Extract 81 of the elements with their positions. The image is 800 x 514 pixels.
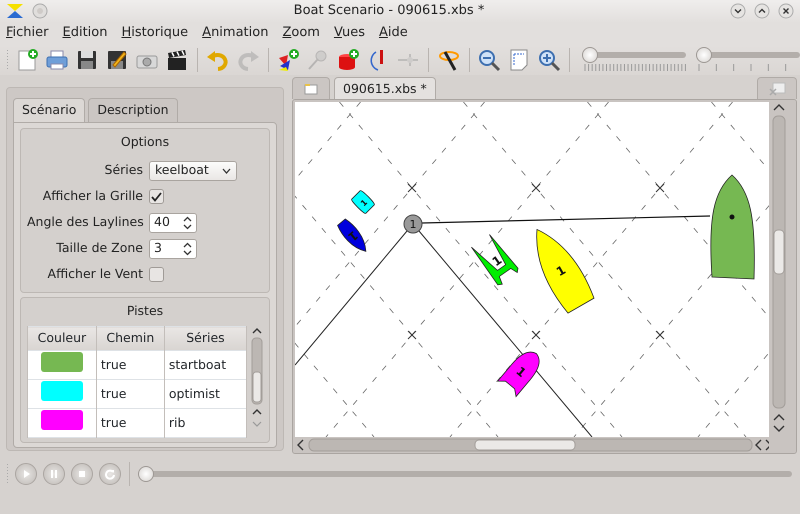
menu-item[interactable]: Zoom — [282, 23, 320, 43]
drag-handle-icon[interactable] — [6, 463, 9, 485]
table-cell: true — [96, 380, 164, 408]
field-label: Angle des Laylines — [27, 213, 143, 232]
checkbox[interactable] — [149, 189, 164, 204]
minimize-icon[interactable] — [730, 3, 746, 19]
reload-icon — [104, 468, 116, 480]
checkbox[interactable] — [149, 267, 164, 282]
slider-thumb[interactable] — [582, 47, 598, 63]
spin-arrows-icon — [183, 242, 192, 256]
column-header[interactable]: Couleur — [28, 326, 96, 350]
window-title: Boat Scenario - 090615.xbs * — [292, 2, 486, 20]
boat-number: 1 — [513, 364, 529, 380]
table-cell: true — [96, 350, 164, 380]
buoy-plus-icon[interactable] — [336, 48, 360, 72]
tab[interactable]: Description — [88, 98, 178, 122]
group-title: Pistes — [126, 302, 164, 320]
stop-icon — [76, 468, 88, 480]
close-document-icon — [768, 82, 786, 96]
spin-arrows-icon — [183, 216, 192, 230]
new-tab-button[interactable] — [292, 77, 330, 99]
field-label: Afficher le Vent — [46, 265, 143, 284]
boat-number: 1 — [345, 228, 361, 244]
mark-buoy — [404, 214, 422, 234]
close-icon[interactable] — [778, 3, 794, 19]
table-cell: optimist — [164, 380, 246, 408]
window-menu-icon[interactable] — [32, 3, 48, 19]
printer-icon[interactable] — [45, 48, 69, 72]
dot-marker — [730, 214, 734, 220]
table-cell: rib — [164, 408, 246, 438]
pause-button[interactable] — [43, 463, 65, 485]
app-logo-icon — [6, 3, 24, 19]
mark-number: 1 — [410, 218, 416, 231]
column-header[interactable]: Séries — [164, 326, 246, 350]
menu-item[interactable]: Edition — [62, 23, 108, 43]
series-dropdown[interactable]: keelboat — [149, 160, 237, 180]
pause-icon — [48, 468, 60, 480]
timeline-thumb[interactable] — [138, 466, 154, 482]
menu-item[interactable]: Vues — [334, 23, 365, 43]
chevron-down-icon — [222, 168, 231, 174]
table-cell: true — [96, 408, 164, 438]
cross-mark — [532, 184, 540, 192]
column-header[interactable]: Chemin — [96, 326, 164, 350]
tab[interactable]: Scénario — [13, 98, 86, 122]
cross-mark — [408, 330, 416, 340]
document-tab[interactable]: 090615.xbs * — [334, 77, 436, 99]
boat-number: 1 — [358, 198, 370, 208]
menu-item[interactable]: Fichier — [6, 23, 48, 43]
cross-mark — [532, 330, 540, 340]
check-icon — [151, 192, 162, 202]
field-label: Afficher la Grille — [42, 187, 143, 206]
drag-handle-icon[interactable] — [6, 48, 9, 70]
cross-mark — [656, 330, 664, 340]
zoom-out-icon[interactable] — [477, 48, 502, 72]
angle-spinbox[interactable]: 40 — [149, 212, 197, 232]
horizontal-scrollbar[interactable] — [295, 437, 769, 453]
menu-item[interactable]: Historique — [121, 23, 188, 43]
menu-item[interactable]: Aide — [378, 23, 408, 43]
boat-number: 1 — [490, 252, 504, 270]
zone-spinbox[interactable]: 3 — [149, 238, 197, 258]
reload-button[interactable] — [99, 463, 121, 485]
group-title: Options — [120, 132, 170, 151]
menu-item[interactable]: Animation — [202, 23, 268, 43]
close-tab-button[interactable] — [757, 77, 797, 99]
slider[interactable] — [696, 47, 800, 63]
table-cell: startboat — [164, 350, 246, 380]
boat-number: 1 — [554, 262, 568, 280]
boat-plus-icon[interactable] — [276, 48, 300, 72]
play-button[interactable] — [15, 463, 37, 485]
clapperboard-icon[interactable] — [165, 48, 189, 72]
field-label: Séries — [104, 161, 143, 180]
maximize-icon[interactable] — [754, 3, 770, 19]
stop-button[interactable] — [71, 463, 93, 485]
field-label: Taille de Zone — [55, 239, 143, 258]
folder-icon — [304, 82, 318, 94]
zoom-in-icon[interactable] — [537, 48, 562, 72]
cross-mark — [408, 184, 416, 192]
timeline-slider[interactable] — [138, 466, 792, 482]
slider-thumb[interactable] — [696, 47, 712, 63]
slider[interactable] — [582, 47, 686, 63]
cross-mark — [656, 184, 664, 192]
